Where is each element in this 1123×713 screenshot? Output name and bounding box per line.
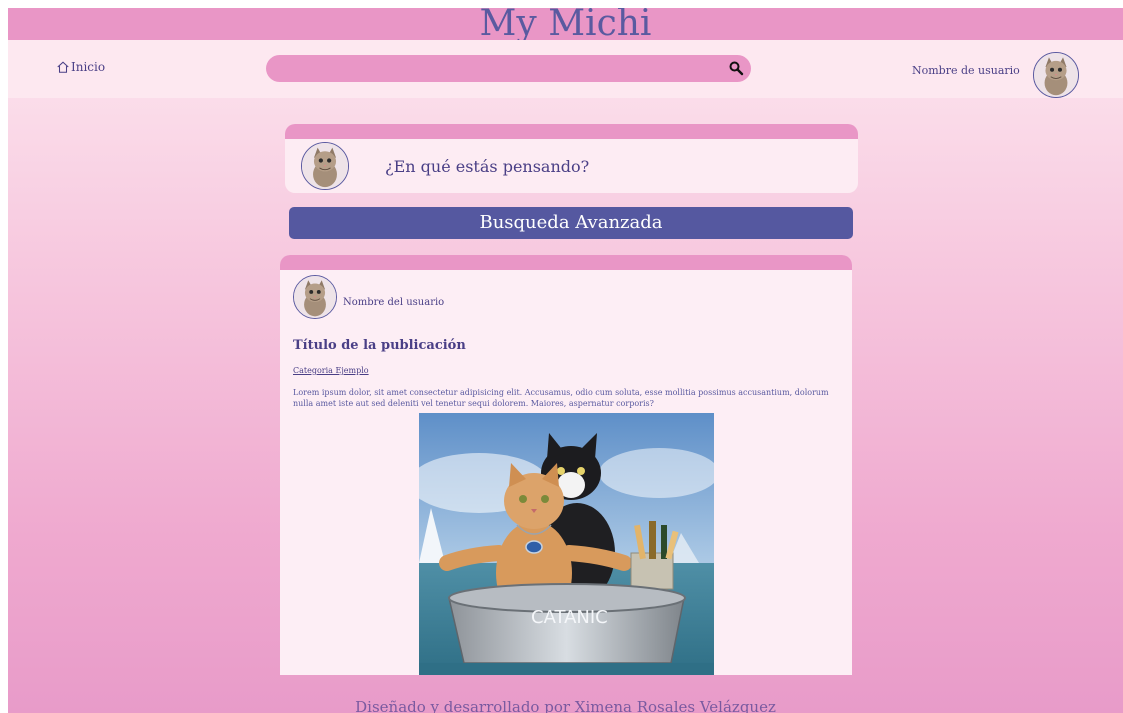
post-composer[interactable]: ¿En qué estás pensando? (285, 124, 858, 193)
advanced-search-button[interactable]: Busqueda Avanzada (289, 207, 853, 239)
navbar: Inicio Nombre de usuario (8, 40, 1123, 98)
nav-home-link[interactable]: Inicio (56, 60, 105, 74)
search-box[interactable] (266, 55, 751, 82)
post-author-name[interactable]: Nombre del usuario (343, 297, 444, 308)
post-title: Título de la publicación (293, 338, 466, 353)
composer-header-bar (285, 124, 858, 139)
post-author-avatar[interactable] (293, 275, 337, 319)
composer-prompt[interactable]: ¿En qué estás pensando? (385, 157, 589, 176)
nav-home-label: Inicio (71, 60, 106, 74)
footer-credit: Diseñado y desarrollado por Ximena Rosal… (355, 698, 776, 713)
nav-username[interactable]: Nombre de usuario (912, 64, 1020, 77)
catanic-illustration: CATANIC (419, 413, 714, 675)
post-category-link[interactable]: Categoria Ejemplo (293, 366, 369, 375)
page: My Michi Inicio Nombre de usuario ¿En qu… (8, 8, 1123, 713)
composer-avatar (301, 142, 349, 190)
post-body: Lorem ipsum dolor, sit amet consectetur … (293, 388, 829, 408)
kitten-icon (302, 143, 348, 189)
tub-label: CATANIC (531, 607, 608, 628)
search-input[interactable] (278, 58, 712, 81)
kitten-icon (1034, 53, 1078, 97)
post-image: CATANIC (419, 413, 714, 675)
post-card: Nombre del usuario Título de la publicac… (280, 255, 852, 675)
home-icon (57, 61, 69, 73)
user-avatar[interactable] (1033, 52, 1079, 98)
search-icon[interactable] (728, 60, 744, 76)
post-header-bar (280, 255, 852, 270)
kitten-icon (294, 276, 336, 318)
